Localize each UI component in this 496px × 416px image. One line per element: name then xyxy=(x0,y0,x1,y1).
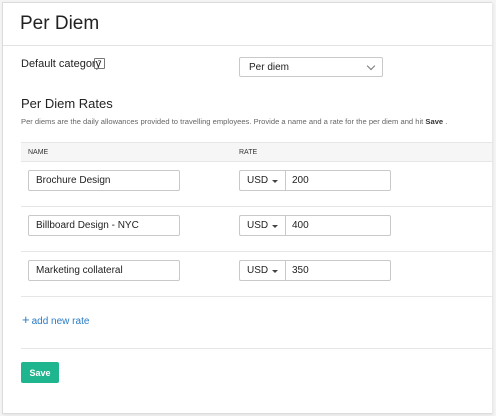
page-title: Per Diem xyxy=(20,13,100,34)
currency-select[interactable]: USD xyxy=(239,170,285,191)
caret-down-icon xyxy=(272,225,278,228)
column-header-rate: RATE xyxy=(239,149,258,156)
currency-select[interactable]: USD xyxy=(239,215,285,236)
rate-amount-input[interactable] xyxy=(285,260,391,281)
description-text: Per diems are the daily allowances provi… xyxy=(21,117,424,126)
caret-down-icon xyxy=(272,180,278,183)
add-new-rate-link[interactable]: + add new rate xyxy=(22,312,89,327)
table-header: NAME RATE xyxy=(21,142,492,162)
plus-icon: + xyxy=(22,312,30,327)
chevron-down-icon xyxy=(366,61,376,71)
currency-value: USD xyxy=(247,220,269,231)
column-header-name: NAME xyxy=(28,149,49,156)
rate-name-input[interactable] xyxy=(28,260,180,281)
table-row: USD xyxy=(21,252,492,297)
per-diem-panel: Per Diem Default category ? Per diem Per… xyxy=(2,2,492,414)
default-category-label: Default category xyxy=(21,58,102,70)
description-end: . xyxy=(445,117,448,126)
rate-amount-input[interactable] xyxy=(285,215,391,236)
caret-down-icon xyxy=(272,270,278,273)
table-row: USD xyxy=(21,162,492,207)
rate-amount-input[interactable] xyxy=(285,170,391,191)
calendar-help-icon[interactable]: ? xyxy=(94,58,105,69)
table-row: USD xyxy=(21,207,492,252)
footer-divider xyxy=(21,348,492,349)
rate-name-input[interactable] xyxy=(28,170,180,191)
default-category-select[interactable]: Per diem xyxy=(239,57,383,77)
currency-select[interactable]: USD xyxy=(239,260,285,281)
section-description: Per diems are the daily allowances provi… xyxy=(21,117,447,126)
page-header: Per Diem xyxy=(3,3,492,46)
save-button[interactable]: Save xyxy=(21,362,59,383)
rate-name-input[interactable] xyxy=(28,215,180,236)
description-emphasis: Save xyxy=(425,117,444,126)
section-title: Per Diem Rates xyxy=(21,96,113,111)
add-new-rate-label: add new rate xyxy=(31,316,90,327)
default-category-value: Per diem xyxy=(249,62,290,73)
currency-value: USD xyxy=(247,265,269,276)
currency-value: USD xyxy=(247,175,269,186)
